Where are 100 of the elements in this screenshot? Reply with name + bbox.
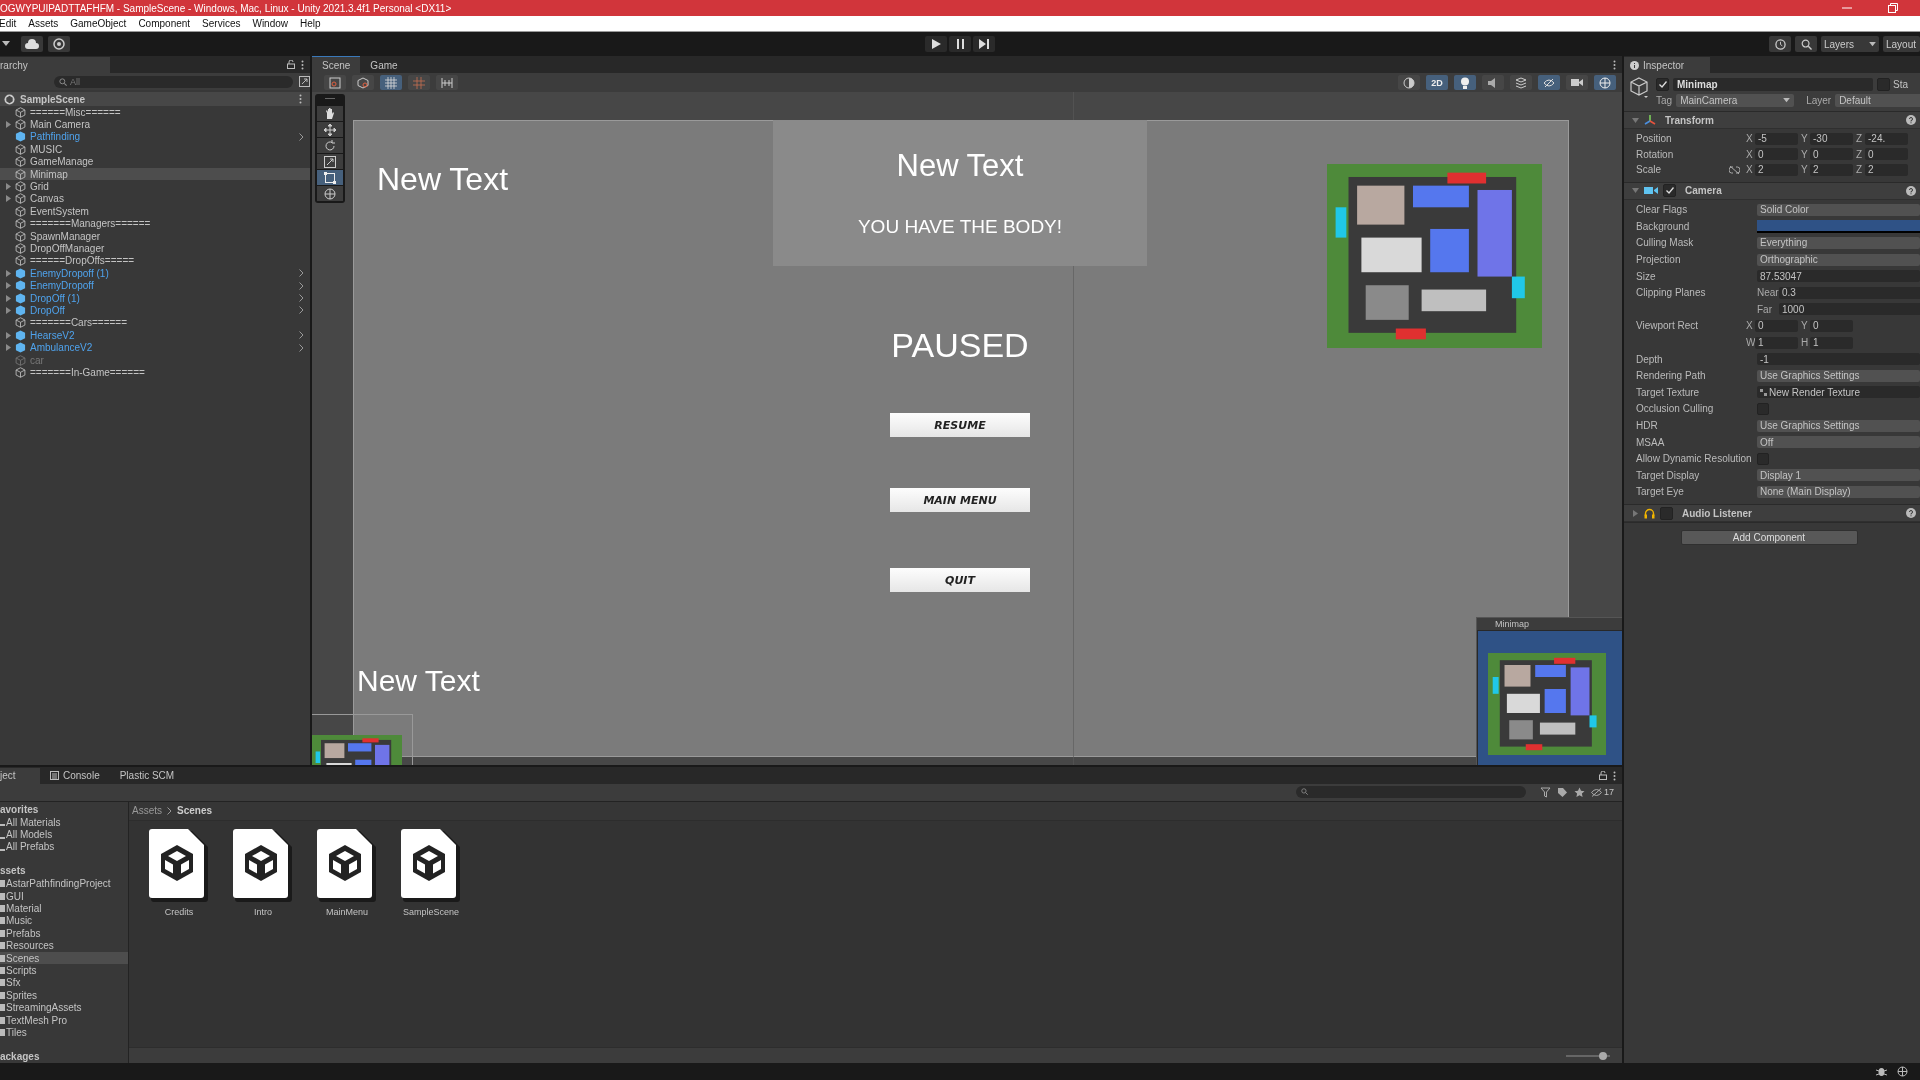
play-button[interactable] [925,36,947,52]
hierarchy-item[interactable]: Grid [30,181,310,193]
rect-tool-icon[interactable] [317,170,343,185]
number-field[interactable]: 0 [1810,148,1853,161]
hierarchy-item[interactable]: =======In-Game====== [30,366,310,378]
number-field[interactable]: 1000 [1779,303,1920,316]
panel-tab[interactable]: Plastic SCM [109,767,185,784]
tree-item[interactable]: All Models [6,829,53,841]
pause-button[interactable] [949,36,971,52]
globe-button[interactable] [1594,75,1616,90]
number-field[interactable]: 1 [1810,336,1853,349]
asset-name[interactable]: SampleScene [402,906,459,917]
number-field[interactable]: 0.3 [1779,286,1920,299]
hierarchy-item[interactable]: Main Camera [30,119,310,131]
scene-file-icon[interactable] [232,828,294,903]
menu-item[interactable]: GameObject [64,18,133,29]
lock-icon[interactable] [1599,770,1607,780]
tree-item[interactable]: Scripts [6,964,37,976]
asset-name[interactable]: Intro [254,906,272,917]
history-button[interactable] [1769,36,1791,52]
link-icon[interactable] [1729,165,1740,174]
more-icon[interactable] [1613,60,1616,70]
number-field[interactable]: -24. [1865,132,1908,145]
shading-button[interactable] [1398,75,1420,90]
name-field[interactable]: Minimap [1673,77,1873,91]
tree-item[interactable]: All Prefabs [6,841,55,853]
enabled-checkbox[interactable] [1660,506,1673,520]
tree-item[interactable]: Music [6,915,33,927]
camera-button[interactable] [1566,75,1588,90]
chevron-right-icon[interactable] [299,132,304,141]
help-icon[interactable] [1906,508,1916,519]
hierarchy-item[interactable]: ======Misc====== [30,106,310,118]
restore-icon[interactable] [1888,3,1898,13]
more-icon[interactable] [301,60,304,70]
move-tool-icon[interactable] [317,122,343,137]
more-icon[interactable] [299,94,302,104]
increment-button[interactable] [436,75,458,90]
hierarchy-item[interactable]: EventSystem [30,205,310,217]
menu-button[interactable]: MAIN MENU [890,488,1030,512]
tree-item[interactable]: Sfx [6,977,21,989]
cube-button[interactable] [352,75,374,90]
step-button[interactable] [973,36,995,52]
rotate-tool-icon[interactable] [317,138,343,153]
window-icon[interactable] [299,76,310,87]
hierarchy-item[interactable]: EnemyDropoff [30,280,295,292]
hierarchy-item[interactable]: GameManage [30,156,310,168]
scene-tab[interactable]: Game [360,57,408,73]
dropdown[interactable]: Solid Color [1757,203,1920,216]
more-icon[interactable] [1613,770,1616,781]
tree-item[interactable]: All Materials [6,816,61,828]
menu-item[interactable]: Help [294,18,327,29]
number-field[interactable]: 0 [1810,319,1853,332]
cloud-button[interactable] [21,36,43,52]
layers-dropdown[interactable]: Layers [1821,36,1879,52]
hidden-eye-icon[interactable] [1591,787,1602,797]
transform-tool-icon[interactable] [317,186,343,201]
object-field[interactable]: New Render Texture [1757,386,1920,399]
slider-thumb[interactable] [1599,1051,1608,1060]
menu-item[interactable]: Component [132,18,197,29]
hierarchy-item[interactable]: AmbulanceV2 [30,342,295,354]
tree-item[interactable]: Resources [6,940,54,952]
grid-snap-button[interactable] [380,75,402,90]
help-icon[interactable] [1906,185,1916,196]
hierarchy-tab[interactable]: rarchy [0,57,110,73]
tree-item[interactable]: Prefabs [6,927,41,939]
dropdown[interactable]: Everything [1757,237,1920,249]
hierarchy-item[interactable]: HearseV2 [30,329,295,341]
static-checkbox[interactable] [1877,77,1890,91]
number-field[interactable]: 0 [1755,319,1798,332]
tree-item[interactable]: Tiles [6,1026,27,1038]
star-icon[interactable] [1574,786,1585,798]
hierarchy-item[interactable]: MUSIC [30,143,310,155]
panel-tab[interactable]: Console [40,767,110,784]
active-checkbox[interactable] [1656,77,1669,91]
hierarchy-item[interactable]: DropOff (1) [30,292,295,304]
tree-item[interactable]: TextMesh Pro [6,1014,68,1026]
scene-viewport[interactable]: New Text New Text YOU HAVE THE BODY! PAUSED RESUME MAIN MENU QUIT New Text Minimap [312,92,1622,765]
scene-file-icon[interactable] [400,828,462,903]
filter-icon[interactable] [1540,786,1551,798]
tree-section[interactable]: ackages [0,1050,128,1063]
collab-button[interactable] [48,36,70,52]
add-component-button[interactable]: Add Component [1680,530,1858,546]
dropdown[interactable]: Use Graphics Settings [1757,369,1920,382]
number-field[interactable]: 2 [1810,163,1853,176]
hierarchy-item[interactable]: DropOffManager [30,243,310,254]
tag-dropdown[interactable]: MainCamera [1676,93,1795,107]
menu-item[interactable]: Services [196,18,247,29]
scale-tool-icon[interactable] [317,154,343,169]
hierarchy-item[interactable]: =======Cars====== [30,317,310,329]
project-tab[interactable]: ject [0,767,40,784]
menu-item[interactable]: Window [246,18,295,29]
hierarchy-item[interactable]: =======Managers====== [30,218,310,230]
scene-file-icon[interactable] [316,828,378,903]
network-icon[interactable] [1897,1066,1908,1077]
number-field[interactable]: 1 [1755,336,1798,349]
number-field[interactable]: 0 [1755,148,1798,161]
tree-item[interactable]: AstarPathfindingProject [6,878,111,890]
caret-icon[interactable] [2,41,10,47]
hand-tool-icon[interactable] [317,106,343,121]
menu-item[interactable]: Assets [22,18,65,29]
